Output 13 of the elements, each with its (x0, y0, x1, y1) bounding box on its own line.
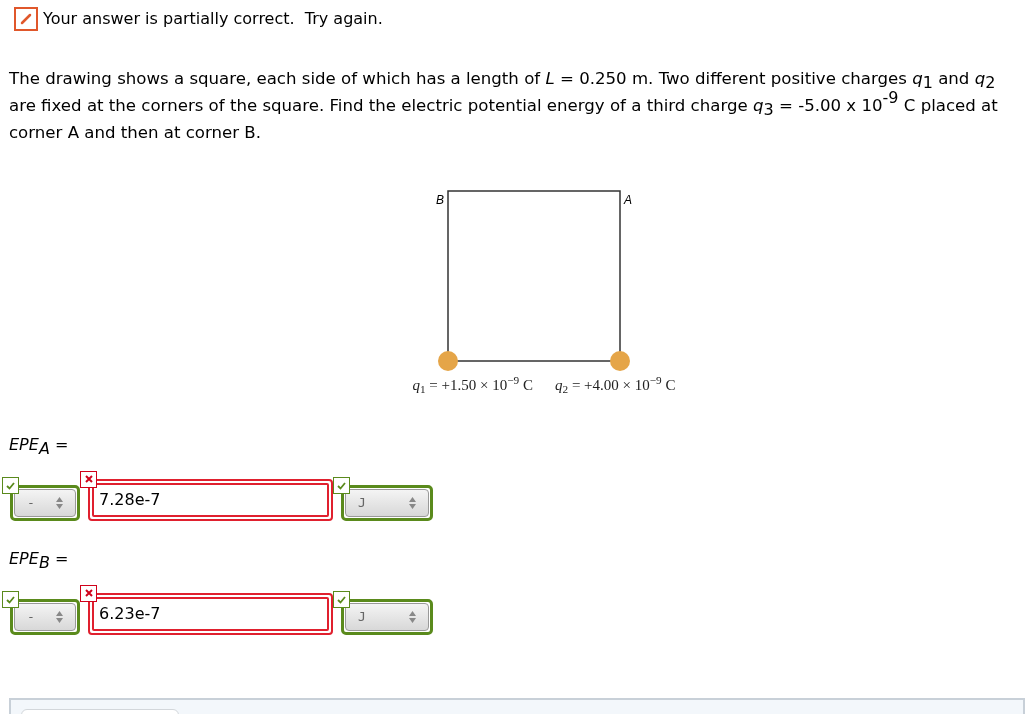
unit-dropdown[interactable]: - (10, 598, 80, 635)
unit-dropdown[interactable]: - (10, 484, 80, 521)
charge-label: q$_{2}$ = +4.00 × 10$^{−9}$ C (555, 374, 676, 397)
charge-label: q$_{1}$ = +1.50 × 10$^{−9}$ C (412, 374, 533, 397)
stepper-icon (56, 610, 63, 623)
feedback-message: Your answer is partially correct. Try again. (43, 8, 383, 30)
answer-input[interactable]: 7.28e-7 (88, 478, 333, 521)
unit-dropdown[interactable]: J (341, 598, 433, 635)
unit-dropdown[interactable]: J (341, 484, 433, 521)
stepper-icon (409, 610, 416, 623)
stepper-icon (409, 496, 416, 509)
answer-input[interactable]: 6.23e-7 (88, 592, 333, 635)
stepper-icon (56, 496, 63, 509)
